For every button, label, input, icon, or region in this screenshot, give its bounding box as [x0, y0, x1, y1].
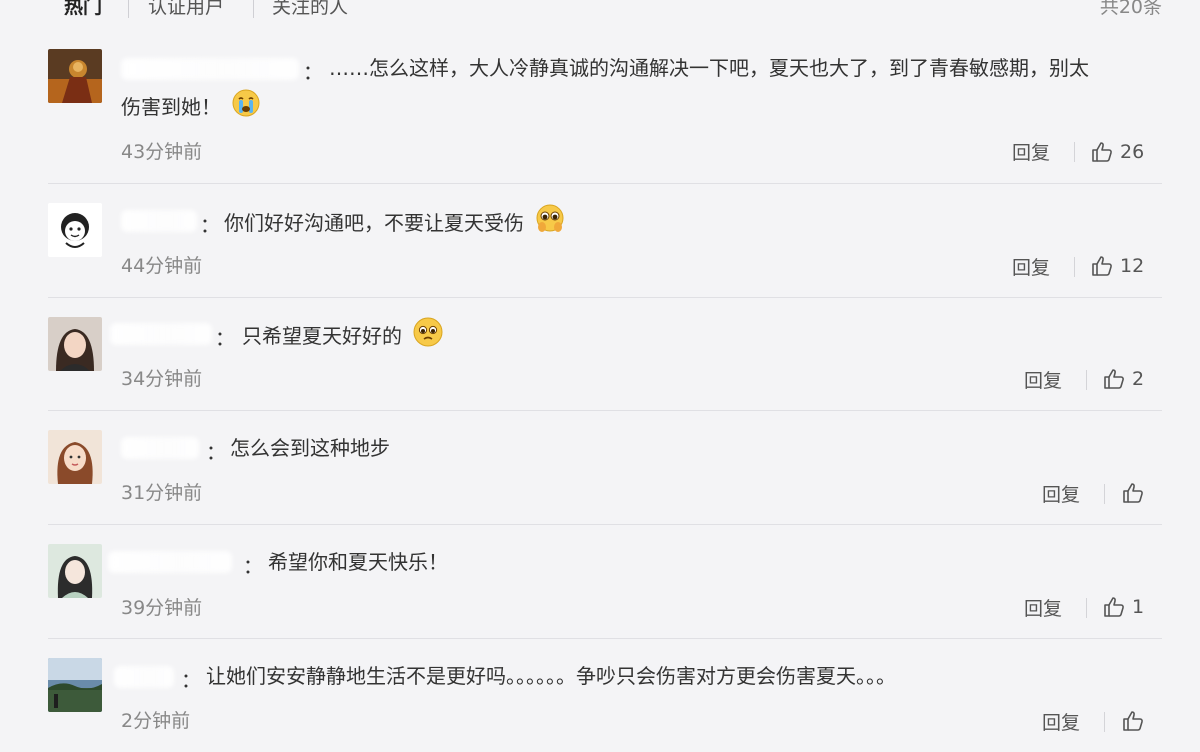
- action-divider: [1104, 484, 1105, 504]
- username-blurred[interactable]: [114, 666, 174, 688]
- avatar[interactable]: [48, 317, 102, 371]
- action-divider: [1074, 142, 1075, 162]
- tab-following[interactable]: 关注的人: [272, 0, 348, 19]
- comment-time: 34分钟前: [121, 368, 203, 390]
- thumbs-up-icon: [1090, 140, 1114, 164]
- like-count: 26: [1120, 141, 1145, 163]
- reply-button[interactable]: 回复: [1042, 708, 1080, 735]
- comment-colon: ：: [303, 60, 323, 84]
- like-button[interactable]: 2: [1102, 367, 1144, 391]
- comment-colon: ：: [243, 554, 263, 578]
- tab-divider: [128, 0, 129, 18]
- comment-text: ……怎么这样，大人冷静真诚的沟通解决一下吧，夏天也大了，到了青春敏感期，别太: [329, 56, 1089, 80]
- thumbs-up-icon: [1090, 254, 1114, 278]
- tab-divider: [253, 0, 254, 18]
- thumbs-up-icon: [1102, 367, 1126, 391]
- comment-text: 只希望夏天好好的: [242, 316, 444, 359]
- comment-text-cont: 伤害到她！: [121, 95, 221, 119]
- username-blurred[interactable]: [110, 323, 212, 345]
- like-button[interactable]: 26: [1090, 140, 1144, 164]
- username-blurred[interactable]: [121, 58, 299, 80]
- action-divider: [1074, 257, 1075, 277]
- comment-colon: ：: [206, 440, 226, 464]
- comment-colon: ：: [200, 213, 220, 237]
- reply-button[interactable]: 回复: [1042, 480, 1080, 507]
- thumbs-up-icon: [1121, 481, 1145, 505]
- comment-colon: ：: [181, 668, 201, 692]
- thumbs-up-icon: [1102, 595, 1126, 619]
- like-button[interactable]: [1121, 709, 1145, 733]
- comment-text-content: 你们好好沟通吧，不要让夏天受伤: [224, 211, 524, 235]
- comment-text: 希望你和夏天快乐！: [268, 550, 448, 574]
- like-count: 2: [1132, 368, 1145, 390]
- like-count: 12: [1120, 255, 1145, 277]
- comment-time: 39分钟前: [121, 597, 203, 619]
- comment-text: 你们好好沟通吧，不要让夏天受伤: [224, 203, 566, 246]
- reply-button[interactable]: 回复: [1024, 366, 1062, 393]
- comment-colon: ：: [215, 326, 235, 350]
- reply-button[interactable]: 回复: [1024, 594, 1062, 621]
- pleading-face-emoji: [412, 316, 444, 359]
- thumbs-up-icon: [1121, 709, 1145, 733]
- comment-time: 2分钟前: [121, 710, 191, 732]
- comment-time: 44分钟前: [121, 255, 203, 277]
- avatar[interactable]: [48, 430, 102, 484]
- like-count: 1: [1132, 596, 1145, 618]
- reply-button[interactable]: 回复: [1012, 138, 1050, 165]
- reply-button[interactable]: 回复: [1012, 253, 1050, 280]
- action-divider: [1086, 370, 1087, 390]
- comment-divider: [48, 183, 1162, 184]
- username-blurred[interactable]: [108, 551, 232, 573]
- tab-verified-users[interactable]: 认证用户: [148, 0, 224, 19]
- comment-divider: [48, 638, 1162, 639]
- like-button[interactable]: [1121, 481, 1145, 505]
- comment-text: 让她们安安静静地生活不是更好吗。。。。。。争吵只会伤害对方更会伤害夏天。。。: [206, 664, 896, 688]
- username-blurred[interactable]: [121, 210, 197, 232]
- avatar[interactable]: [48, 203, 102, 257]
- comment-text-line2: 伤害到她！: [121, 88, 261, 129]
- comment-divider: [48, 524, 1162, 525]
- action-divider: [1104, 712, 1105, 732]
- like-button[interactable]: 1: [1102, 595, 1144, 619]
- comment-time: 43分钟前: [121, 141, 203, 163]
- username-blurred[interactable]: [121, 437, 199, 459]
- comment-text-content: 只希望夏天好好的: [242, 324, 402, 348]
- avatar[interactable]: [48, 49, 102, 103]
- tab-hot[interactable]: 热门: [64, 0, 102, 19]
- action-divider: [1086, 598, 1087, 618]
- comment-time: 31分钟前: [121, 482, 203, 504]
- comment-text: 怎么会到这种地步: [230, 436, 390, 460]
- avatar[interactable]: [48, 658, 102, 712]
- crying-face-emoji: [231, 88, 261, 129]
- avatar[interactable]: [48, 544, 102, 598]
- comment-total-count: 共20条: [1099, 0, 1162, 18]
- comment-divider: [48, 410, 1162, 411]
- comment-divider: [48, 297, 1162, 298]
- pleading-hands-face-emoji: [534, 203, 566, 246]
- like-button[interactable]: 12: [1090, 254, 1144, 278]
- comment-tabs: 热门 认证用户 关注的人 共20条: [0, 0, 1200, 22]
